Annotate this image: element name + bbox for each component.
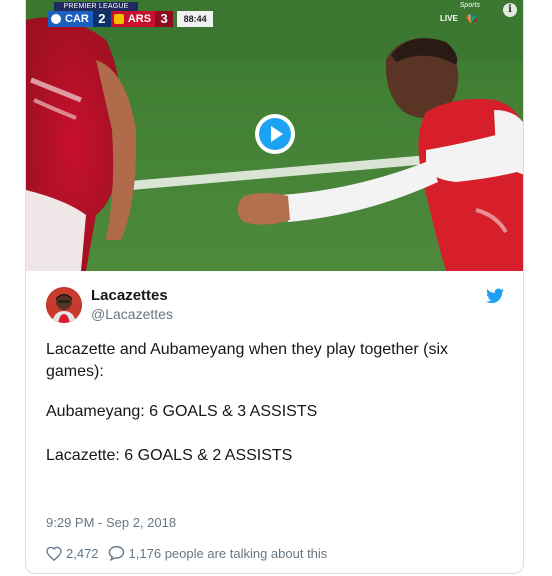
tweet-text-line: Aubameyang: 6 GOALS & 3 ASSISTS (46, 403, 318, 420)
score-row: CAR 2 ARS 3 88:44 (48, 11, 214, 27)
video-player[interactable]: PREMIER LEAGUE CAR 2 ARS 3 88:44 Sports … (26, 0, 523, 271)
home-team-name: CAR (65, 13, 89, 25)
tweet-text: Lacazette and Aubameyang when they play … (46, 339, 506, 467)
league-label: PREMIER LEAGUE (54, 2, 138, 11)
tweet-timestamp[interactable]: 9:29 PM - Sep 2, 2018 (46, 515, 176, 530)
tweet-text-line: Lacazette and Aubameyang when they play … (46, 341, 449, 380)
author-name[interactable]: Lacazettes (91, 287, 168, 304)
avatar[interactable] (46, 287, 82, 323)
away-team-name: ARS (127, 13, 152, 25)
home-team: CAR (48, 11, 93, 27)
play-button[interactable] (255, 114, 295, 154)
broadcaster-logo: Sports LIVE (440, 2, 480, 28)
like-count[interactable]: 2,472 (66, 546, 99, 561)
author-handle[interactable]: @Lacazettes (91, 306, 173, 322)
tweet-header: Lacazettes @Lacazettes (46, 287, 506, 325)
info-icon[interactable]: i (503, 3, 517, 17)
match-clock: 88:44 (177, 11, 214, 27)
home-crest-icon (51, 14, 61, 24)
away-crest-icon (113, 14, 124, 24)
play-button-circle (259, 118, 291, 150)
avatar-image (46, 287, 82, 323)
tweet-text-line: Lacazette: 6 GOALS & 2 ASSISTS (46, 447, 293, 464)
conversation-link[interactable]: 1,176 people are talking about this (129, 546, 328, 561)
home-score: 2 (92, 11, 111, 27)
play-icon (271, 126, 283, 142)
away-team: ARS (110, 11, 156, 27)
tweet-actions: 2,472 1,176 people are talking about thi… (46, 543, 327, 563)
away-score: 3 (155, 11, 174, 27)
twitter-bird-icon[interactable] (486, 288, 504, 304)
sports-label: Sports (459, 2, 480, 9)
live-label: LIVE (440, 14, 458, 23)
comment-icon[interactable] (108, 545, 125, 561)
heart-icon[interactable] (46, 546, 62, 561)
nbc-peacock-icon (466, 14, 477, 24)
tweet-card: PREMIER LEAGUE CAR 2 ARS 3 88:44 Sports … (25, 0, 524, 574)
